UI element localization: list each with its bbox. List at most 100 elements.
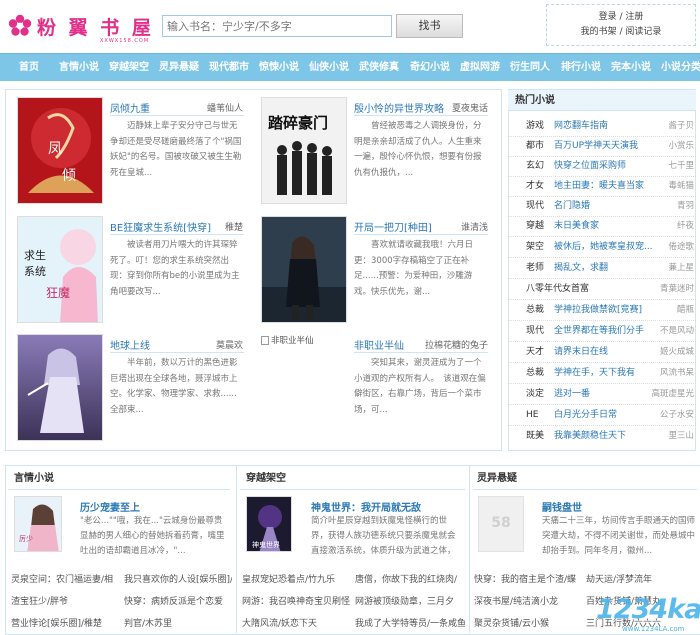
cover-art-image: 凤 倾 — [18, 98, 102, 203]
hot-book-name[interactable]: 快穿之位面采购师 — [554, 157, 626, 176]
hot-book-name[interactable]: 我靠美颜稳住天下 — [554, 427, 626, 446]
section-link[interactable]: 渣宝狂少/胖爷 — [11, 594, 121, 607]
book-author[interactable]: 夏夜鬼话 — [440, 101, 488, 114]
hot-book-name[interactable]: 名门隐婚 — [554, 197, 590, 216]
section-book-title[interactable]: 历少宠妻至上 — [80, 499, 140, 514]
section-link[interactable]: 营业悖论[娱乐圈]/稚楚 — [11, 616, 121, 629]
section-link[interactable]: 快穿：病娇反派是个恋爱 — [124, 594, 232, 607]
hot-book-author: 倦途歌 — [668, 242, 694, 252]
cover-placeholder-text: 58 — [491, 515, 511, 531]
hot-book-name[interactable]: 揭乱文，求翻 — [554, 259, 608, 278]
nav-item[interactable]: 武侠修真 — [359, 54, 399, 82]
hot-list-item[interactable]: 都市 百万UP学神天天演我 小赏乐 — [508, 137, 696, 157]
section-book-title[interactable]: 神鬼世界：我开局就无敌 — [311, 499, 421, 514]
nav-item[interactable]: 言情小说 — [59, 54, 99, 82]
hot-list-item[interactable]: 穿越 末日美食家 纤夜 — [508, 217, 696, 237]
book-cover-broken-image[interactable]: 非职业半仙 — [261, 334, 347, 350]
nav-item[interactable]: 排行小说 — [561, 54, 601, 82]
hot-list-item[interactable]: 总裁 学神拉我做禁欲[竞赛] 醋瓶 — [508, 301, 696, 321]
hot-list-item[interactable]: 玄幻 快穿之位面采购师 七千里 — [508, 157, 696, 177]
hot-book-name[interactable]: 网恋翻车指南 — [554, 117, 608, 136]
hot-book-name[interactable]: 学神在手，天下我有 — [554, 364, 635, 383]
section-book-cover-placeholder[interactable]: 58 — [478, 496, 524, 552]
section-title[interactable]: 灵异悬疑 — [473, 468, 697, 490]
book-title[interactable]: 开局一把刀[种田] — [354, 219, 432, 234]
hot-list-item[interactable]: 天才 请界末日在线 姬火成城 — [508, 343, 696, 363]
book-title[interactable]: 殷小怜的异世界攻略 — [354, 100, 444, 115]
svg-text:神鬼世界: 神鬼世界 — [252, 540, 280, 549]
section-title[interactable]: 言情小说 — [8, 468, 230, 490]
hot-book-name[interactable]: 末日美食家 — [554, 217, 599, 236]
hot-book-name[interactable]: 学神拉我做禁欲[竞赛] — [554, 301, 642, 320]
book-title[interactable]: 地球上线 — [110, 337, 150, 352]
book-title[interactable]: BE狂魔求生系统[快穿] — [110, 219, 211, 234]
section-link[interactable]: 唐僧，你故下我的红烧肉/ — [355, 572, 465, 585]
search-button[interactable]: 找书 — [396, 14, 463, 38]
hot-book-name[interactable]: 地主田妻：暖夫喜当家 — [554, 177, 644, 196]
hot-list-item[interactable]: 总裁 学神在手，天下我有 风流书呆 — [508, 364, 696, 384]
book-title[interactable]: 凤倾九重 — [110, 100, 150, 115]
nav-item[interactable]: 奇幻小说 — [410, 54, 450, 82]
hot-list-item[interactable]: 游戏 网恋翻车指南 酱子贝 — [508, 117, 696, 137]
book-cover[interactable] — [17, 334, 103, 441]
section-link[interactable]: 判官/木苏里 — [124, 616, 232, 629]
hot-book-name[interactable]: 白月光分手日常 — [554, 406, 617, 425]
section-link[interactable]: 我只喜欢你的人设[娱乐圈]/穿 — [124, 572, 232, 585]
section-title[interactable]: 穿越架空 — [240, 468, 465, 490]
my-shelf-link[interactable]: 我的书架 / 阅读记录 — [547, 25, 695, 40]
nav-item[interactable]: 仙侠小说 — [309, 54, 349, 82]
nav-item[interactable]: 灵异悬疑 — [159, 54, 199, 82]
section-link[interactable]: 我成了大学特等员/一条咸鱼 — [355, 616, 465, 629]
nav-item[interactable]: 现代都市 — [209, 54, 249, 82]
hot-list-item[interactable]: 老师 揭乱文，求翻 蒹上星 — [508, 259, 696, 279]
nav-item[interactable]: 穿越架空 — [109, 54, 149, 82]
hot-list-item[interactable]: 八零年代女首富 青葉迷时 — [508, 280, 696, 300]
section-link[interactable]: 聚灵杂货铺/云小猴 — [474, 616, 584, 629]
book-author[interactable]: 拉棉花糖的兔子 — [420, 338, 488, 351]
hot-book-name[interactable]: 请界末日在线 — [554, 343, 608, 362]
section-link[interactable]: 深夜书屋/纯洁滴小龙 — [474, 594, 584, 607]
section-link[interactable]: 大隋风流/妖恋下天 — [242, 616, 352, 629]
section-link[interactable]: 皇叔宠妃恐着点/竹九乐 — [242, 572, 352, 585]
book-author[interactable]: 谁清浅 — [448, 220, 488, 233]
section-book-cover[interactable]: 神鬼世界 — [246, 496, 292, 552]
section-link[interactable]: 灵泉空间：农门福运妻/相 — [11, 572, 121, 585]
book-cover[interactable]: 求生 系统 狂魔 — [17, 216, 103, 323]
section-link[interactable]: 网游被顶级勋章，三月夕 — [355, 594, 465, 607]
hot-book-name[interactable]: 全世界都在等我们分手 — [554, 322, 644, 341]
hot-list-item[interactable]: HE 白月光分手日常 公子水安 — [508, 406, 696, 426]
section-book-title[interactable]: 嗣钱盘世 — [542, 499, 582, 514]
book-author[interactable]: 稚楚 — [212, 220, 243, 233]
nav-item[interactable]: 惊悚小说 — [259, 54, 299, 82]
hot-book-name[interactable]: 被休后，她被寒皇叔宠... — [554, 238, 653, 257]
section-link[interactable]: 快穿：我的宿主是个渣/蝶 — [474, 572, 584, 585]
book-author[interactable]: 蟠苇仙人 — [188, 101, 243, 114]
book-cover[interactable]: 凤 倾 — [17, 97, 103, 204]
hot-list-item[interactable]: 淡定 逃对一番 高斑虚星光 — [508, 385, 696, 405]
nav-item[interactable]: 虚拟网游 — [460, 54, 500, 82]
hot-book-name[interactable]: 逃对一番 — [554, 385, 590, 404]
login-register-link[interactable]: 登录 / 注册 — [547, 10, 695, 25]
nav-item[interactable]: 小说分类 — [661, 54, 700, 82]
book-cover[interactable] — [261, 216, 347, 323]
hot-list-item[interactable]: 架空 被休后，她被寒皇叔宠... 倦途歌 — [508, 238, 696, 258]
hot-category[interactable]: 八零年代女首富 — [526, 280, 589, 299]
hot-book-name[interactable]: 百万UP学神天天演我 — [554, 137, 638, 156]
nav-item[interactable]: 完本小说 — [611, 54, 651, 82]
section-book-cover[interactable]: 厉少 — [14, 496, 62, 552]
book-cover[interactable]: 踏碎豪门 — [261, 97, 347, 204]
hot-list-item[interactable]: 既美 我靠美颜稳住天下 里三山 — [508, 427, 696, 447]
site-logo[interactable]: 粉 翼 书 屋 XXWX158.COM — [6, 8, 156, 48]
search-input[interactable] — [162, 15, 392, 37]
section-link[interactable]: 网游：我召唤神奇宝贝刷怪 — [242, 594, 352, 607]
section-link[interactable]: 劫天运/浮梦流年 — [586, 572, 696, 585]
hot-list-item[interactable]: 现代 全世界都在等我们分手 不是风动 — [508, 322, 696, 342]
book-title[interactable]: 非职业半仙 — [354, 337, 404, 352]
hot-list-item[interactable]: 现代 名门隐婚 青羽 — [508, 197, 696, 217]
book-author[interactable]: 莫晨欢 — [200, 338, 243, 351]
book-description: 迈静妹上辈子安分守己与世无争却还是受尽磋磨最终落了个"祸国妖妃"的名号。国被攻破… — [110, 121, 242, 178]
nav-item[interactable]: 首页 — [19, 54, 39, 82]
hot-list-item[interactable]: 才女 地主田妻：暖夫喜当家 毒蚝猫 — [508, 177, 696, 197]
cover-art-image — [262, 217, 346, 322]
nav-item[interactable]: 衍生同人 — [510, 54, 550, 82]
